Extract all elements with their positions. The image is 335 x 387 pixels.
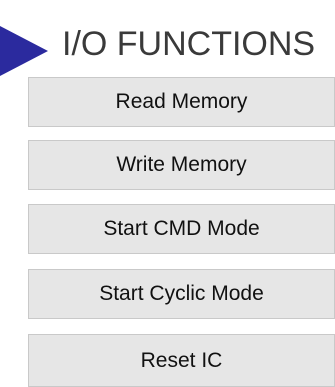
reset-ic-button[interactable]: Reset IC [28, 334, 335, 387]
section-header: I/O FUNCTIONS [0, 18, 335, 76]
write-memory-button[interactable]: Write Memory [28, 140, 335, 190]
start-cmd-mode-button[interactable]: Start CMD Mode [28, 204, 335, 254]
start-cyclic-mode-button[interactable]: Start Cyclic Mode [28, 269, 335, 319]
section-title: I/O FUNCTIONS [62, 25, 316, 63]
read-memory-button[interactable]: Read Memory [28, 77, 335, 127]
triangle-right-icon [0, 26, 48, 76]
